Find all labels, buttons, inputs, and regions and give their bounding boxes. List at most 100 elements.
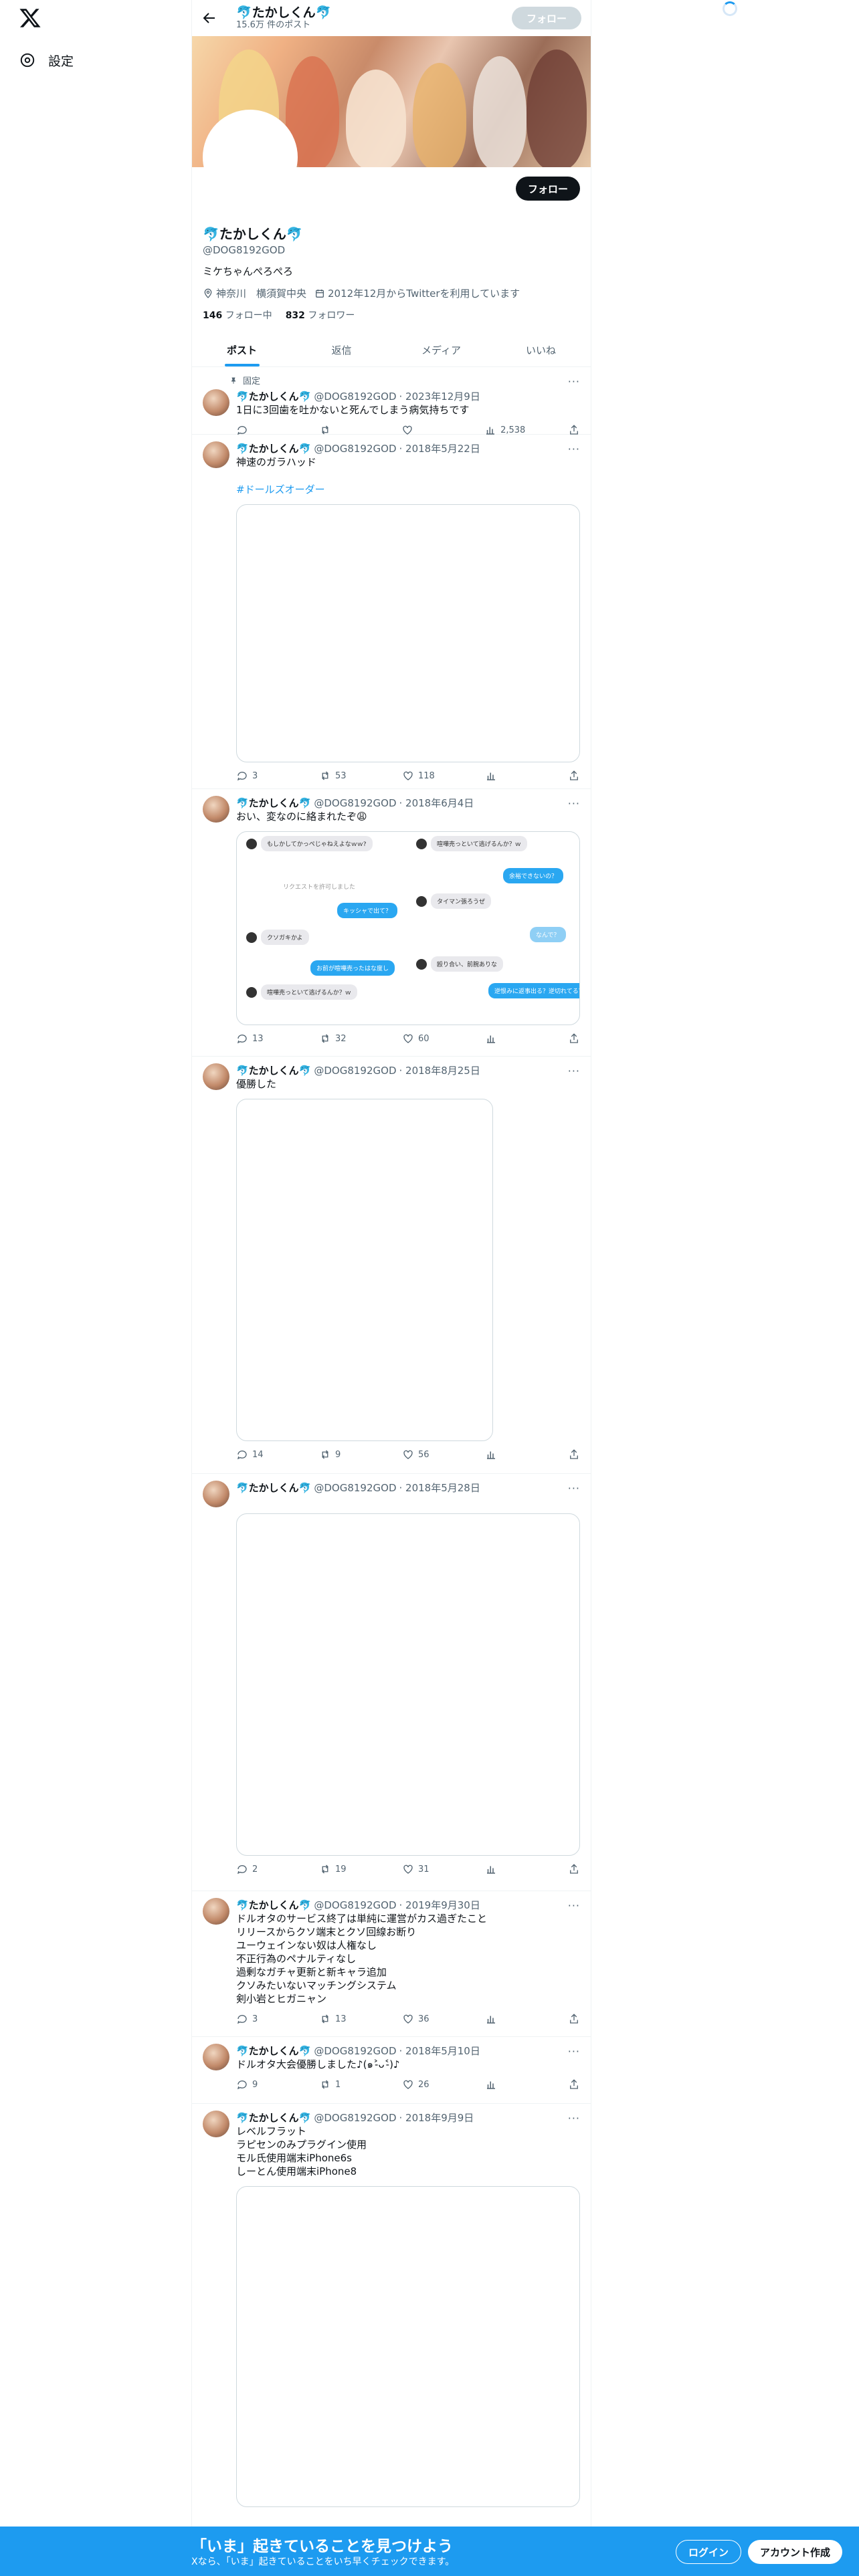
post-media[interactable]: [236, 1513, 580, 1856]
like-button[interactable]: 118: [402, 769, 442, 782]
like-button[interactable]: 26: [402, 2078, 442, 2091]
share-button[interactable]: [568, 2012, 580, 2026]
more-icon[interactable]: ···: [568, 1482, 580, 1495]
signup-button[interactable]: アカウント作成: [748, 2540, 843, 2564]
like-button[interactable]: 60: [402, 1032, 442, 1045]
post-date[interactable]: · 2019年9月30日: [399, 1898, 480, 1912]
post-media[interactable]: [236, 2186, 580, 2507]
following-link[interactable]: 146 フォロー中: [203, 308, 272, 322]
like-button[interactable]: 36: [402, 2012, 442, 2026]
post[interactable]: 🐬たかしくん🐬 @DOG8192GOD · 2019年9月30日 ドルオタのサービス…: [192, 1891, 591, 2037]
post-author-name[interactable]: 🐬たかしくん🐬: [236, 1481, 311, 1495]
share-button[interactable]: [568, 1448, 580, 1461]
post[interactable]: 🐬たかしくん🐬 @DOG8192GOD · 2018年9月9日 レベルフラット ラピ…: [192, 2104, 591, 2507]
post-author-name[interactable]: 🐬たかしくん🐬: [236, 1063, 311, 1077]
more-icon[interactable]: ···: [568, 443, 580, 455]
more-icon[interactable]: ···: [568, 1065, 580, 1077]
post-date[interactable]: · 2018年5月28日: [399, 1481, 480, 1495]
reply-button[interactable]: 3: [236, 769, 276, 782]
post-author-name[interactable]: 🐬たかしくん🐬: [236, 441, 311, 455]
post-author-name[interactable]: 🐬たかしくん🐬: [236, 796, 311, 810]
avatar[interactable]: [203, 441, 229, 468]
tab-replies[interactable]: 返信: [292, 334, 391, 366]
views-button[interactable]: [485, 1862, 525, 1876]
header-name: 🐬たかしくん🐬: [236, 5, 332, 20]
chat-screenshot[interactable]: もしかしてかっぺじゃねえよなｗｗ? 喧嘩売っといて逃げるんか？ｗ リクエストを許…: [236, 831, 580, 1025]
tab-media[interactable]: メディア: [391, 334, 491, 366]
reply-button[interactable]: 3: [236, 2012, 276, 2026]
views-button[interactable]: [485, 2078, 525, 2091]
post-author-name[interactable]: 🐬たかしくん🐬: [236, 2044, 311, 2058]
repost-button[interactable]: 32: [319, 1032, 359, 1045]
post-media[interactable]: [236, 504, 580, 762]
tab-posts[interactable]: ポスト: [192, 334, 292, 366]
reply-button[interactable]: 2: [236, 1862, 276, 1876]
profile-avatar[interactable]: [203, 110, 298, 205]
post-media[interactable]: [236, 1099, 493, 1441]
avatar[interactable]: [203, 796, 229, 823]
avatar[interactable]: [203, 389, 229, 416]
share-icon: [570, 2014, 578, 2024]
repost-button[interactable]: 13: [319, 2012, 359, 2026]
repost-button[interactable]: 19: [319, 1862, 359, 1876]
followers-link[interactable]: 832 フォロワー: [286, 308, 355, 322]
more-icon[interactable]: ···: [568, 375, 580, 388]
post-author-name[interactable]: 🐬たかしくん🐬: [236, 2111, 311, 2125]
reply-icon: [237, 2015, 247, 2024]
like-button[interactable]: 31: [402, 1862, 442, 1876]
profile-joined: 2012年12月からTwitterを利用しています: [314, 286, 520, 300]
post[interactable]: 🐬たかしくん🐬 @DOG8192GOD · 2018年5月28日 2 19 31 ·…: [192, 1474, 591, 1891]
post-date[interactable]: · 2018年9月9日: [399, 2111, 474, 2125]
repost-button[interactable]: 9: [319, 1448, 359, 1461]
more-icon[interactable]: ···: [568, 2045, 580, 2058]
post[interactable]: 🐬たかしくん🐬 @DOG8192GOD · 2018年8月25日 優勝した 14 9…: [192, 1057, 591, 1474]
views-button[interactable]: [485, 1032, 525, 1045]
nav-settings[interactable]: 設定: [19, 47, 74, 74]
tab-likes[interactable]: いいね: [491, 334, 591, 366]
views-button[interactable]: [485, 2012, 525, 2026]
post[interactable]: 🐬たかしくん🐬 @DOG8192GOD · 2018年6月4日 おい、変なのに絡まれ…: [192, 789, 591, 1057]
avatar[interactable]: [203, 1898, 229, 1925]
post-date[interactable]: · 2023年12月9日: [399, 389, 480, 403]
post-date[interactable]: · 2018年5月22日: [399, 441, 480, 455]
more-icon[interactable]: ···: [568, 2112, 580, 2125]
heart-icon: [403, 1034, 413, 1043]
heart-icon: [403, 771, 413, 780]
post-date[interactable]: · 2018年8月25日: [399, 1063, 480, 1077]
more-icon[interactable]: ···: [568, 797, 580, 810]
follow-button[interactable]: フォロー: [515, 177, 580, 201]
post[interactable]: 🐬たかしくん🐬 @DOG8192GOD · 2018年5月10日 ドルオタ大会優勝し…: [192, 2037, 591, 2104]
x-logo-icon[interactable]: [19, 7, 41, 29]
avatar[interactable]: [203, 1063, 229, 1090]
post-date[interactable]: · 2018年5月10日: [399, 2044, 480, 2058]
reply-button[interactable]: 13: [236, 1032, 276, 1045]
post[interactable]: 固定 🐬たかしくん🐬 @DOG8192GOD · 2023年12月9日 1日に3回歯…: [192, 367, 591, 435]
post-author-name[interactable]: 🐬たかしくん🐬: [236, 1898, 311, 1912]
bar-chart-icon: [487, 2016, 495, 2024]
like-button[interactable]: 56: [402, 1448, 442, 1461]
post-date[interactable]: · 2018年6月4日: [399, 796, 474, 810]
share-button[interactable]: [568, 769, 580, 782]
avatar[interactable]: [203, 1481, 229, 1507]
share-button[interactable]: [568, 1032, 580, 1045]
avatar[interactable]: [203, 2111, 229, 2137]
views-button[interactable]: [485, 1448, 525, 1461]
login-button[interactable]: ログイン: [676, 2540, 742, 2564]
share-icon: [570, 770, 578, 780]
left-nav: 設定: [0, 0, 191, 2576]
hashtag-link[interactable]: #ドールズオーダー: [236, 482, 580, 496]
share-button[interactable]: [568, 2078, 580, 2091]
reply-button[interactable]: 9: [236, 2078, 276, 2091]
post[interactable]: 🐬たかしくん🐬 @DOG8192GOD · 2018年5月22日 神速のガラハッド …: [192, 435, 591, 789]
header-follow-button[interactable]: フォロー: [511, 7, 581, 29]
back-arrow-icon[interactable]: [201, 10, 217, 26]
post-text: おい、変なのに絡まれたぞ😩: [236, 811, 367, 823]
more-icon[interactable]: ···: [568, 1899, 580, 1912]
avatar[interactable]: [203, 2044, 229, 2070]
views-button[interactable]: [485, 769, 525, 782]
post-author-name[interactable]: 🐬たかしくん🐬: [236, 389, 311, 403]
repost-button[interactable]: 1: [319, 2078, 359, 2091]
repost-button[interactable]: 53: [319, 769, 359, 782]
reply-button[interactable]: 14: [236, 1448, 276, 1461]
share-button[interactable]: [568, 1862, 580, 1876]
